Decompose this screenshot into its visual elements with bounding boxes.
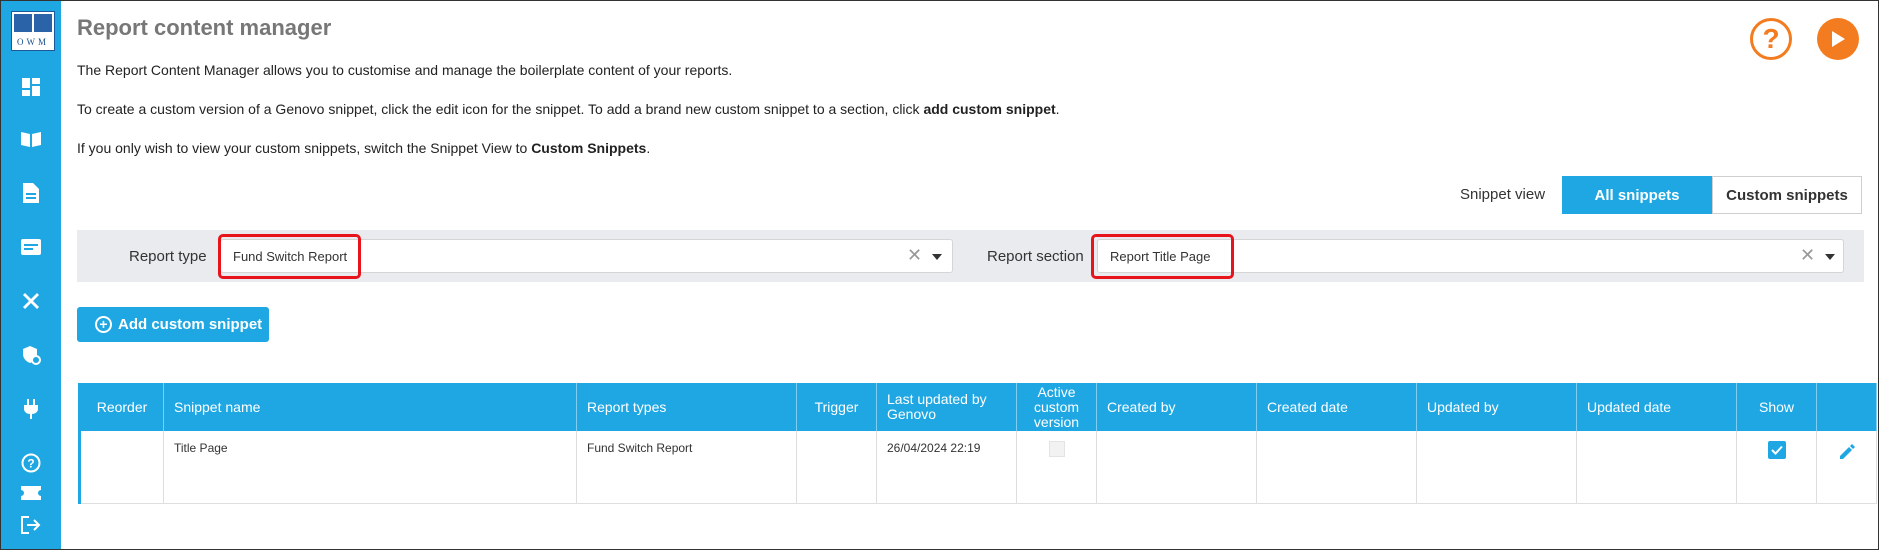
help-circle-icon[interactable]: ?: [1750, 18, 1792, 60]
cell-show: [1736, 431, 1817, 504]
chevron-down-icon[interactable]: [1825, 254, 1835, 260]
intro-line-3: If you only wish to view your custom sni…: [77, 140, 651, 156]
col-updated-by[interactable]: Updated by: [1416, 383, 1577, 431]
cell-reorder[interactable]: [78, 431, 164, 504]
cell-created-by: [1096, 431, 1257, 504]
col-updated-date[interactable]: Updated date: [1576, 383, 1737, 431]
snippet-view-label: Snippet view: [1460, 186, 1546, 203]
cell-updated-by: [1416, 431, 1577, 504]
table-row[interactable]: Title Page Fund Switch Report 26/04/2024…: [78, 431, 1877, 504]
cell-report-types: Fund Switch Report: [576, 431, 797, 504]
cell-last-updated-genovo: 26/04/2024 22:19: [876, 431, 1017, 504]
col-trigger[interactable]: Trigger: [796, 383, 877, 431]
edit-icon[interactable]: [1837, 441, 1857, 461]
cell-created-date: [1256, 431, 1417, 504]
cell-actions: [1816, 431, 1877, 504]
check-icon: [1770, 445, 1783, 455]
dashboard-icon[interactable]: [19, 75, 43, 99]
cell-updated-date: [1576, 431, 1737, 504]
custom-snippets-button[interactable]: Custom snippets: [1712, 176, 1862, 214]
book-icon[interactable]: [19, 127, 43, 151]
col-active-custom-version[interactable]: Active custom version: [1016, 383, 1097, 431]
col-report-types[interactable]: Report types: [576, 383, 797, 431]
ticket-icon[interactable]: [19, 481, 43, 505]
form-icon[interactable]: [19, 235, 43, 259]
col-show[interactable]: Show: [1736, 383, 1817, 431]
owm-logo[interactable]: OWM: [11, 11, 55, 51]
col-created-by[interactable]: Created by: [1096, 383, 1257, 431]
col-actions: [1816, 383, 1877, 431]
show-checkbox[interactable]: [1767, 441, 1786, 459]
report-section-label: Report section: [987, 248, 1084, 265]
add-custom-snippet-button[interactable]: + Add custom snippet: [77, 307, 269, 342]
report-type-label: Report type: [129, 248, 207, 265]
cell-active-custom-version: [1016, 431, 1097, 504]
table-header-row: Reorder Snippet name Report types Trigge…: [78, 383, 1877, 431]
intro-line-1: The Report Content Manager allows you to…: [77, 62, 733, 78]
report-section-select[interactable]: Report Title Page ✕: [1097, 239, 1844, 273]
col-created-date[interactable]: Created date: [1256, 383, 1417, 431]
report-type-select[interactable]: Fund Switch Report ✕: [220, 239, 953, 273]
report-section-value: Report Title Page: [1110, 249, 1211, 264]
clear-icon[interactable]: ✕: [1800, 245, 1815, 266]
play-icon[interactable]: [1817, 18, 1859, 60]
clear-icon[interactable]: ✕: [907, 245, 922, 266]
page-title: Report content manager: [77, 15, 332, 40]
chevron-down-icon[interactable]: [932, 254, 942, 260]
plug-icon[interactable]: [19, 397, 43, 421]
add-circle-icon: +: [95, 316, 112, 333]
help-icon[interactable]: ?: [19, 451, 43, 475]
document-icon[interactable]: [19, 181, 43, 205]
tools-icon[interactable]: [19, 289, 43, 313]
shield-icon[interactable]: [19, 343, 43, 367]
col-last-updated-genovo[interactable]: Last updated by Genovo: [876, 383, 1017, 431]
col-reorder[interactable]: Reorder: [78, 383, 164, 431]
logout-icon[interactable]: [19, 513, 43, 537]
col-snippet-name[interactable]: Snippet name: [163, 383, 577, 431]
sidebar: OWM ?: [1, 1, 61, 549]
active-custom-checkbox[interactable]: [1048, 441, 1065, 457]
svg-text:?: ?: [27, 457, 34, 471]
cell-snippet-name: Title Page: [163, 431, 577, 504]
all-snippets-button[interactable]: All snippets: [1562, 176, 1712, 214]
snippets-table: Reorder Snippet name Report types Trigge…: [78, 383, 1877, 504]
cell-trigger: [796, 431, 877, 504]
report-type-value: Fund Switch Report: [233, 249, 348, 264]
intro-line-2: To create a custom version of a Genovo s…: [77, 101, 1060, 117]
